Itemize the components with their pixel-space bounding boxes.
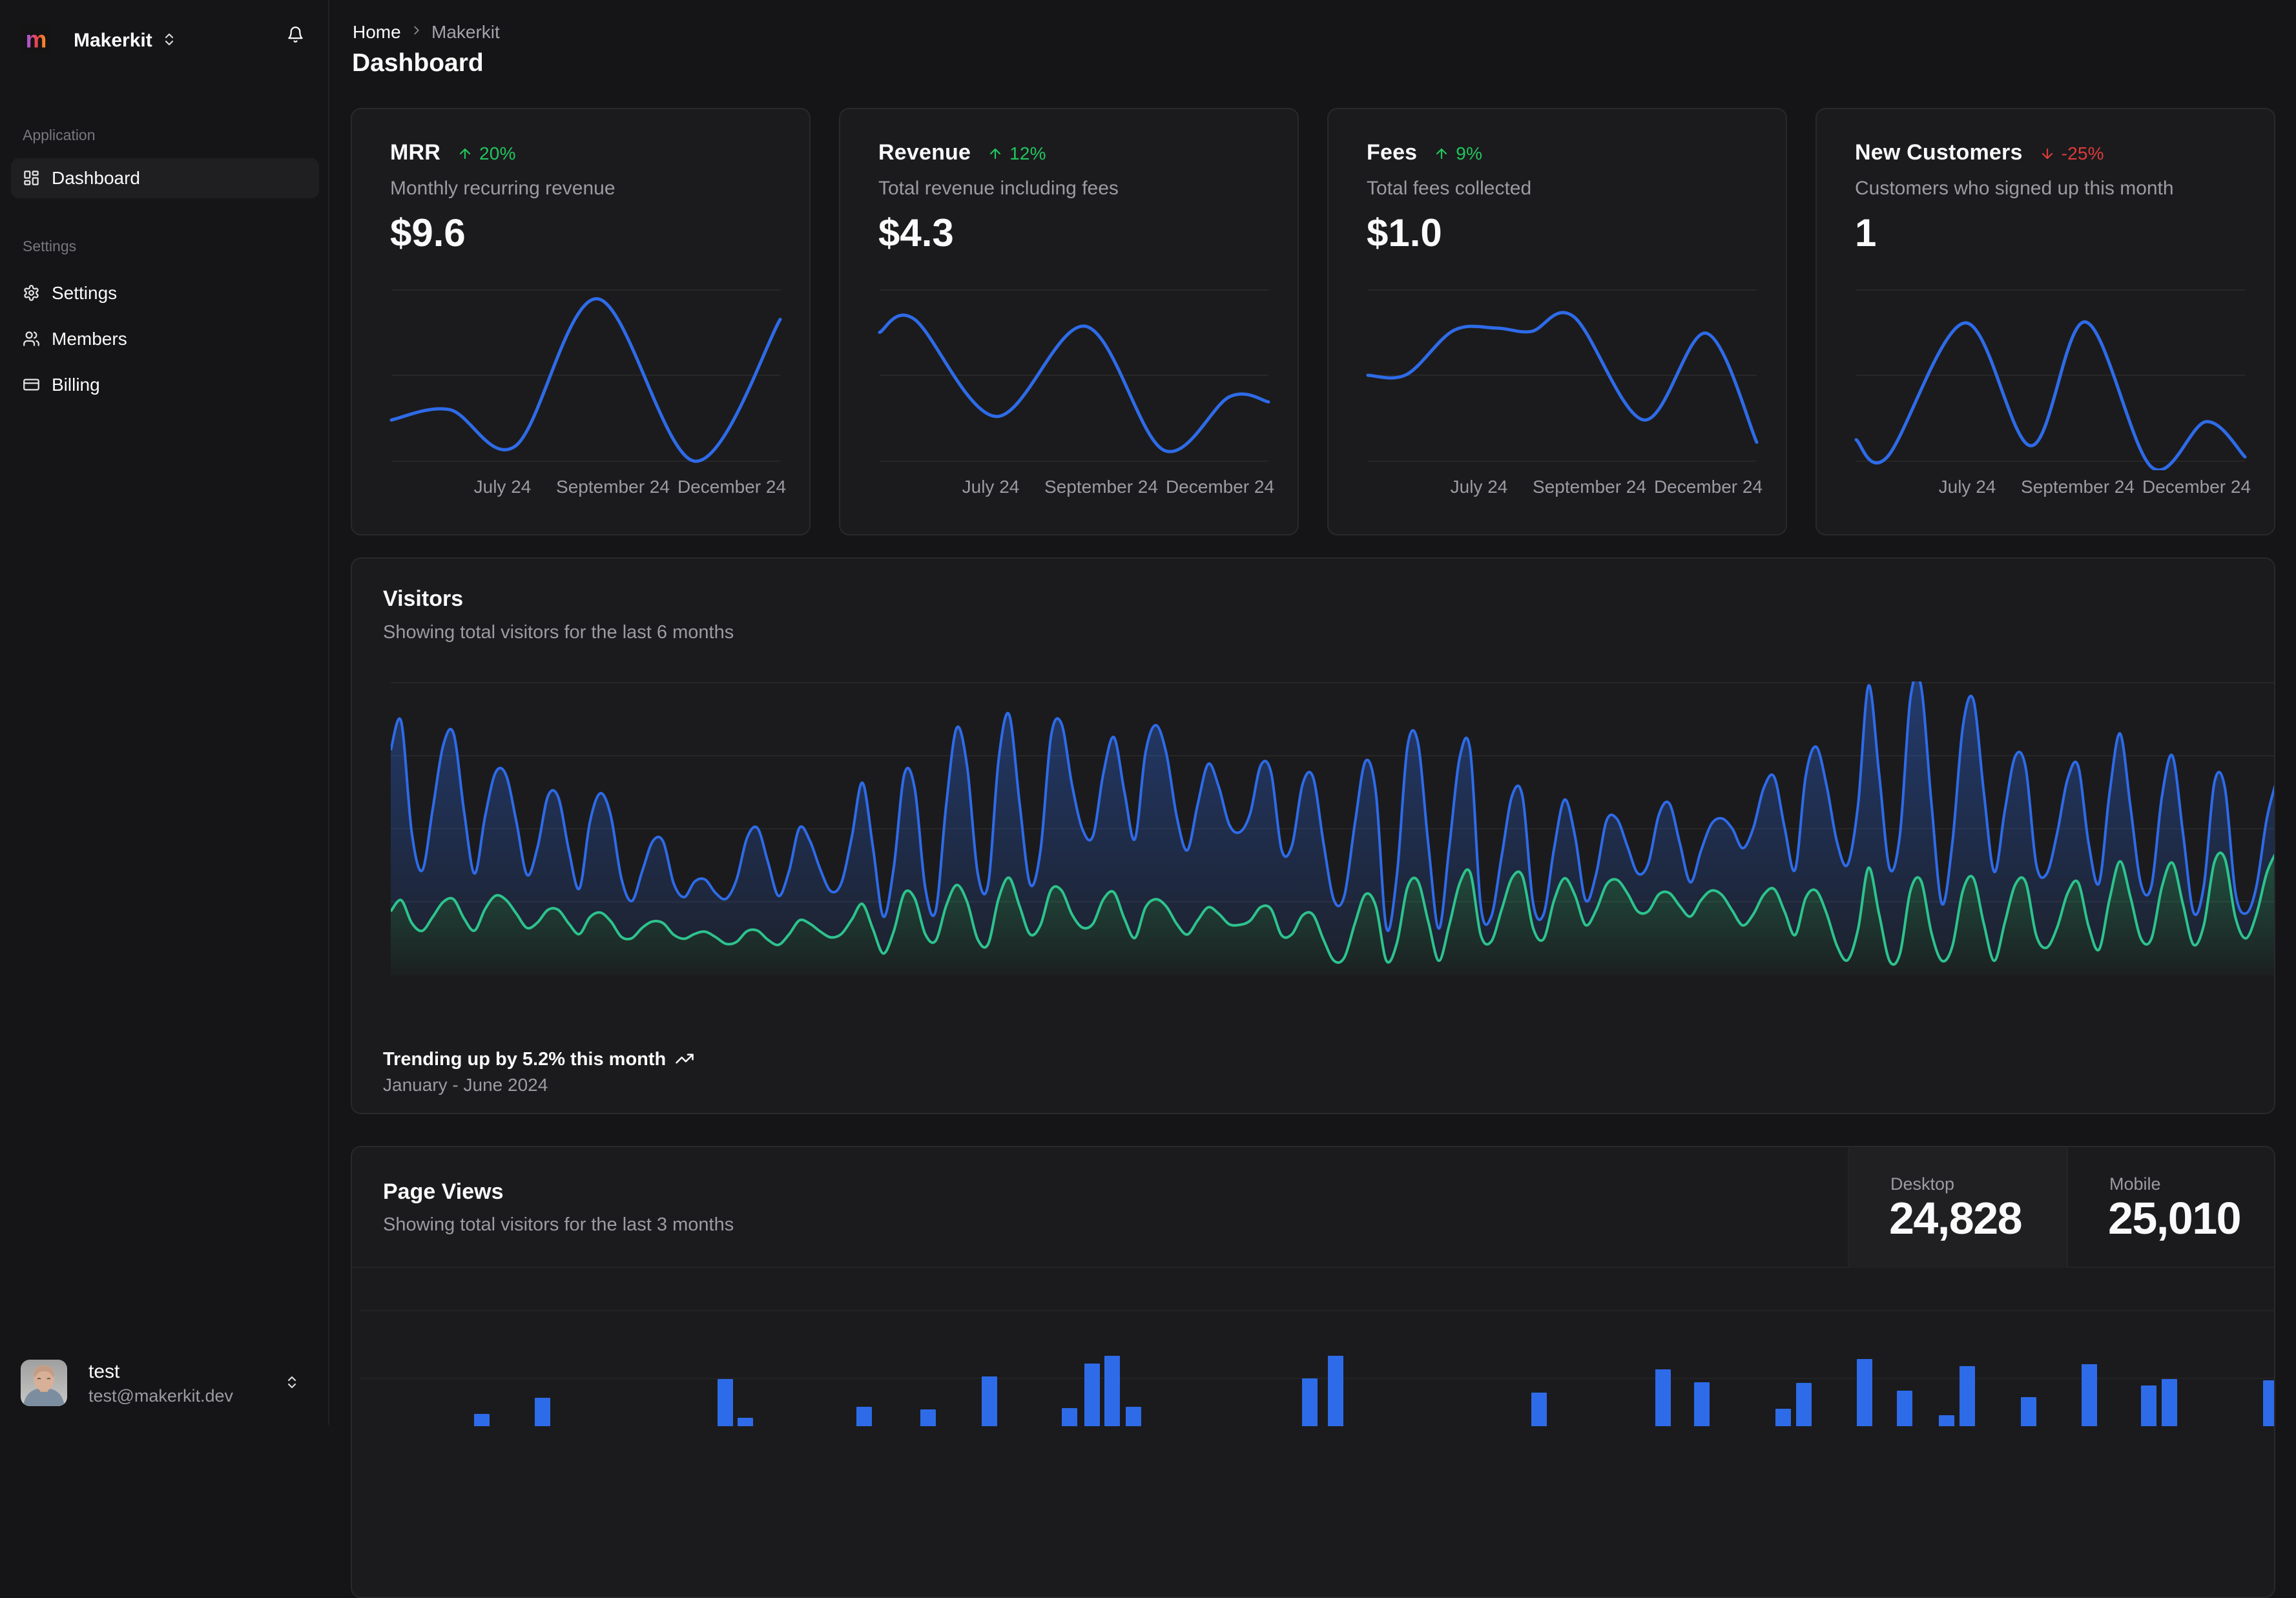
svg-text:m: m <box>26 26 47 53</box>
